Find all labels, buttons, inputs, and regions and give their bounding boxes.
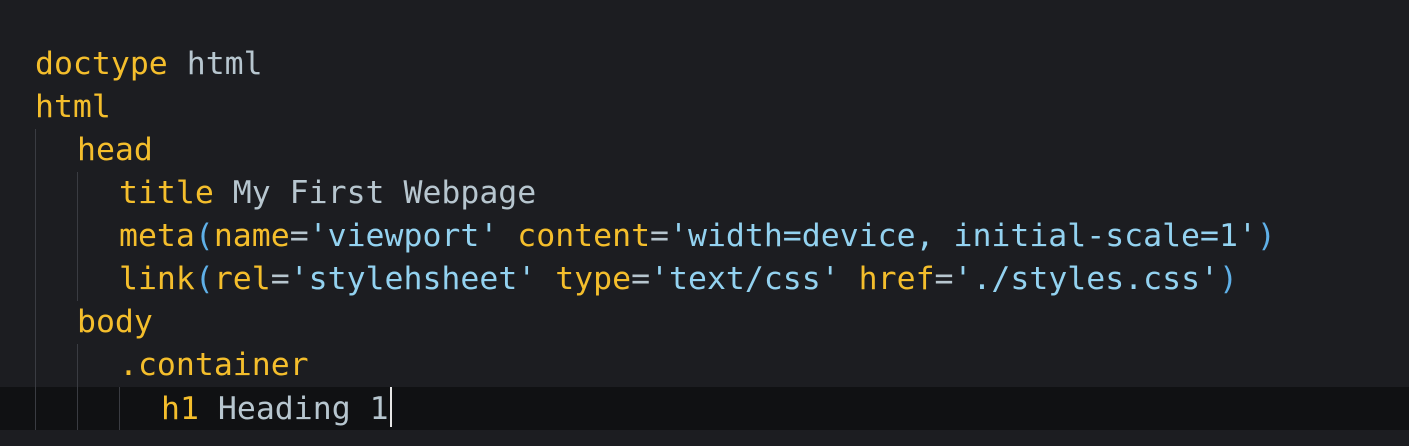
indent-guide: [35, 301, 36, 344]
indent-guide: [77, 172, 78, 215]
code-editor[interactable]: doctype html html head title My First Webpa…: [0, 0, 1409, 446]
indent-guide: [35, 215, 36, 258]
token-attr: href: [858, 261, 935, 297]
token-tag: link: [119, 261, 195, 297]
token-punc: ): [1219, 261, 1238, 297]
code-line[interactable]: body: [0, 301, 1409, 344]
token-attr: rel: [213, 261, 271, 297]
token-tag: h1: [161, 391, 199, 427]
token-text: html: [167, 46, 263, 82]
token-tag: meta: [119, 218, 195, 254]
token-tag: head: [77, 132, 153, 168]
indent-guide: [77, 258, 78, 301]
token-op: =: [650, 218, 670, 254]
token-str: 'text/css': [650, 261, 840, 297]
code-text: meta(name='viewport' content='width=devi…: [119, 215, 1276, 258]
code-line[interactable]: title My First Webpage: [0, 172, 1409, 215]
code-text: head: [77, 129, 153, 172]
indent-guide: [35, 172, 36, 215]
indent-guide: [77, 215, 78, 258]
token-attr: content: [517, 218, 651, 254]
code-text: body: [77, 301, 153, 344]
code-line[interactable]: head: [0, 129, 1409, 172]
token-text: Heading 1: [198, 391, 389, 427]
token-op: =: [631, 261, 651, 297]
code-text: link(rel='stylehsheet' type='text/css' h…: [119, 258, 1238, 301]
token-op: =: [934, 261, 954, 297]
code-text: html: [35, 86, 111, 129]
token-str: './styles.css': [953, 261, 1220, 297]
token-tag: body: [77, 304, 153, 340]
code-line[interactable]: meta(name='viewport' content='width=devi…: [0, 215, 1409, 258]
indent-guide: [77, 387, 78, 430]
code-text: .container: [119, 344, 309, 387]
text-cursor: [389, 387, 392, 427]
code-text: doctype html: [35, 43, 263, 86]
token-punc: ): [1256, 218, 1276, 254]
token-str: 'viewport': [308, 218, 499, 254]
code-line[interactable]: html: [0, 86, 1409, 129]
code-text: h1 Heading 1: [161, 387, 392, 430]
token-tag: doctype: [35, 46, 168, 82]
token-attr: name: [213, 218, 290, 254]
indent-guide: [35, 258, 36, 301]
token-op: =: [289, 218, 309, 254]
token-str: 'width=device, initial-scale=1': [669, 218, 1257, 254]
indent-guide: [35, 344, 36, 387]
code-line[interactable]: doctype html: [0, 43, 1409, 86]
token-str: 'stylehsheet': [289, 261, 537, 297]
code-line[interactable]: link(rel='stylehsheet' type='text/css' h…: [0, 258, 1409, 301]
code-line[interactable]: .container: [0, 344, 1409, 387]
token-tag: html: [35, 89, 111, 125]
token-attr: type: [555, 261, 632, 297]
token-tag: .container: [119, 347, 309, 383]
token-punc: (: [194, 261, 214, 297]
token-tag: title: [119, 175, 214, 211]
token-op: =: [270, 261, 290, 297]
indent-guide: [119, 387, 120, 430]
token-punc: (: [194, 218, 214, 254]
indent-guide: [77, 344, 78, 387]
code-text: title My First Webpage: [119, 172, 536, 215]
indent-guide: [35, 129, 36, 172]
code-line-current[interactable]: h1 Heading 1: [0, 387, 1409, 430]
token-text: My First Webpage: [213, 175, 537, 211]
indent-guide: [35, 387, 36, 430]
